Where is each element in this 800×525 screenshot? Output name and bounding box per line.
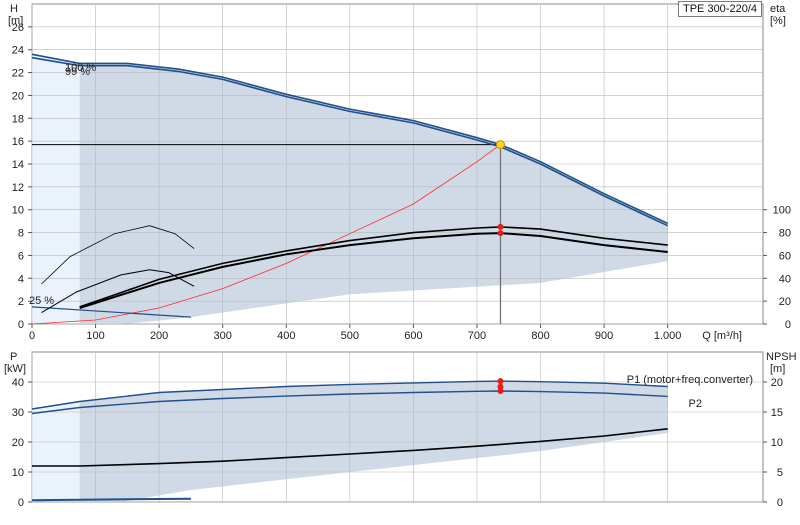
x-tick-label: 200 bbox=[150, 330, 168, 342]
duty-point-marker bbox=[495, 140, 505, 150]
x-axis-label: Q [m³/h] bbox=[702, 330, 742, 342]
eta-tick-label: 0 bbox=[785, 319, 791, 331]
npsh-axis-label: NPSH bbox=[766, 351, 797, 363]
x-tick-label: 700 bbox=[468, 330, 486, 342]
npsh-axis-unit: [m] bbox=[770, 363, 785, 375]
h-tick-label: 24 bbox=[12, 45, 24, 57]
h-tick-label: 10 bbox=[12, 205, 24, 217]
eta-axis-unit: [%] bbox=[770, 15, 786, 27]
curve-label-99: 99 % bbox=[65, 66, 90, 78]
eta-tick-label: 20 bbox=[779, 296, 791, 308]
npsh-tick-label: 15 bbox=[771, 407, 783, 419]
h-axis-unit: [m] bbox=[8, 15, 23, 27]
series-label-p1: P1 (motor+freq.converter) bbox=[627, 374, 753, 386]
h-tick-label: 16 bbox=[12, 136, 24, 148]
p-tick-label: 40 bbox=[12, 377, 24, 389]
h-tick-label: 6 bbox=[18, 250, 24, 262]
h-tick-label: 2 bbox=[18, 296, 24, 308]
x-tick-label: 600 bbox=[404, 330, 422, 342]
x-tick-label: 0 bbox=[29, 330, 35, 342]
h-tick-label: 4 bbox=[18, 273, 24, 285]
eta-axis-label: eta bbox=[770, 3, 786, 15]
h-tick-label: 14 bbox=[12, 159, 24, 171]
h-axis-label: H bbox=[10, 3, 18, 15]
eta-duty-marker bbox=[497, 223, 504, 230]
h-tick-label: 12 bbox=[12, 182, 24, 194]
h-tick-label: 8 bbox=[18, 228, 24, 240]
p-tick-label: 10 bbox=[12, 467, 24, 479]
x-tick-label: 1.000 bbox=[654, 330, 682, 342]
model-label: TPE 300-220/4 bbox=[678, 1, 762, 17]
npsh-tick-label: 0 bbox=[777, 497, 783, 509]
x-tick-label: 900 bbox=[595, 330, 613, 342]
series-label-p2: P2 bbox=[689, 398, 702, 410]
h-tick-label: 22 bbox=[12, 68, 24, 80]
p-tick-label: 20 bbox=[12, 437, 24, 449]
eta-tick-label: 100 bbox=[773, 205, 791, 217]
eta-tick-label: 80 bbox=[779, 228, 791, 240]
h-tick-label: 20 bbox=[12, 90, 24, 102]
p-tick-label: 30 bbox=[12, 407, 24, 419]
eta-tick-label: 60 bbox=[779, 250, 791, 262]
eta-duty-marker bbox=[497, 230, 504, 237]
curve-label-25: 25 % bbox=[29, 295, 54, 307]
pump-curve-chart: 0 100 200 300 400 500 600 700 800 900 1.000 0 2 4 6 8 10… bbox=[0, 0, 800, 520]
x-tick-label: 400 bbox=[277, 330, 295, 342]
p-tick-label: 0 bbox=[18, 497, 24, 509]
p-axis-unit: [kW] bbox=[4, 363, 26, 375]
h-tick-label: 0 bbox=[18, 319, 24, 331]
h-tick-label: 18 bbox=[12, 113, 24, 125]
x-tick-label: 300 bbox=[214, 330, 232, 342]
x-tick-label: 800 bbox=[531, 330, 549, 342]
chart-canvas: 0 100 200 300 400 500 600 700 800 900 1.0000246810… bbox=[4, 3, 797, 509]
x-tick-label: 100 bbox=[86, 330, 104, 342]
npsh-tick-label: 5 bbox=[777, 467, 783, 479]
p-axis-label: P bbox=[10, 351, 17, 363]
x-tick-label: 500 bbox=[341, 330, 359, 342]
npsh-tick-label: 20 bbox=[771, 377, 783, 389]
power-duty-marker bbox=[497, 383, 504, 390]
power-duty-marker bbox=[497, 378, 504, 385]
eta-tick-label: 40 bbox=[779, 273, 791, 285]
npsh-tick-label: 10 bbox=[771, 437, 783, 449]
